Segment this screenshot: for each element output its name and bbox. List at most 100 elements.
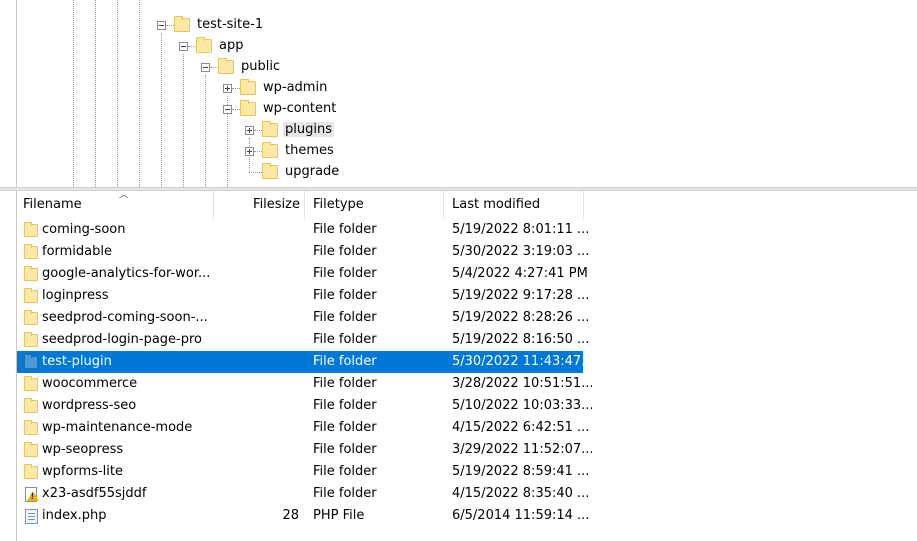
file-name: wp-seopress: [42, 442, 124, 457]
column-header-filetype[interactable]: Filetype: [313, 191, 443, 219]
collapse-icon[interactable]: [157, 21, 166, 30]
tree-node-label[interactable]: upgrade: [285, 164, 339, 179]
column-header-label: Filename: [23, 197, 82, 212]
tree-guide-line: [117, 0, 118, 187]
file-row[interactable]: index.php 28 PHP File 6/5/2014 11:59:14 ...: [17, 505, 917, 527]
file-row[interactable]: wpforms-lite File folder 5/19/2022 8:59:41…: [17, 461, 917, 483]
column-header-label: Last modified: [452, 197, 541, 212]
tree-connector: [249, 172, 262, 173]
tree-guide-line: [205, 75, 206, 187]
file-name: wpforms-lite: [42, 464, 123, 479]
file-row[interactable]: coming-soon File folder 5/19/2022 8:01:11 …: [17, 219, 917, 241]
file-name: test-plugin: [42, 354, 112, 369]
column-separator[interactable]: [443, 191, 444, 219]
file-size: [213, 417, 299, 439]
file-row[interactable]: wordpress-seo File folder 5/10/2022 10:03:…: [17, 395, 917, 417]
file-modified: 5/30/2022 11:43:47...: [452, 354, 592, 369]
column-header-filesize[interactable]: Filesize: [214, 191, 300, 219]
file-name: wordpress-seo: [42, 398, 137, 413]
folder-icon: [174, 16, 190, 32]
file-size: 28: [282, 508, 299, 523]
file-row[interactable]: formidable File folder 5/30/2022 3:19:03 .…: [17, 241, 917, 263]
file-size: [213, 483, 299, 505]
file-type: File folder: [313, 222, 377, 237]
file-modified: 5/19/2022 9:17:28 ...: [452, 288, 590, 303]
tree-node-label[interactable]: wp-admin: [263, 80, 327, 95]
expand-icon[interactable]: [245, 147, 254, 156]
expand-icon[interactable]: [223, 84, 232, 93]
file-row[interactable]: seedprod-login-page-pro File folder 5/19/2…: [17, 329, 917, 351]
file-row[interactable]: ! x23-asdf55sjddf File folder 4/15/2022 8:3…: [17, 483, 917, 505]
file-name: index.php: [42, 508, 107, 523]
file-row[interactable]: google-analytics-for-wor... File folder 5/…: [17, 263, 917, 285]
tree-node-label[interactable]: app: [219, 38, 243, 53]
column-separator[interactable]: [583, 191, 584, 219]
file-row[interactable]: wp-seopress File folder 3/29/2022 11:52:07…: [17, 439, 917, 461]
file-type: File folder: [313, 288, 377, 303]
tree-connector: [254, 151, 262, 152]
file-modified: 6/5/2014 11:59:14 ...: [452, 508, 590, 523]
file-row[interactable]: test-plugin File folder 5/30/2022 11:43:47…: [17, 351, 917, 373]
file-type: PHP File: [313, 508, 365, 523]
column-header-last-modified[interactable]: Last modified: [452, 191, 582, 219]
file-type: File folder: [313, 398, 377, 413]
file-name: seedprod-login-page-pro: [42, 332, 203, 347]
tree-guide-line: [73, 0, 74, 187]
tree-node-label[interactable]: wp-content: [263, 101, 336, 116]
file-type: File folder: [313, 244, 377, 259]
collapse-icon[interactable]: [223, 105, 232, 114]
file-name: formidable: [42, 244, 113, 259]
file-size: [213, 439, 299, 461]
expand-icon[interactable]: [245, 126, 254, 135]
file-modified: 5/19/2022 8:28:26 ...: [452, 310, 590, 325]
file-type: File folder: [313, 310, 377, 325]
file-size: [213, 373, 299, 395]
file-row[interactable]: woocommerce File folder 3/28/2022 10:51:51…: [17, 373, 917, 395]
file-size: [213, 329, 299, 351]
tree-guide-line: [161, 33, 162, 187]
file-name: wp-maintenance-mode: [42, 420, 193, 435]
file-type: File folder: [313, 332, 377, 347]
file-modified: 5/19/2022 8:59:41 ...: [452, 464, 590, 479]
tree-guide-line: [139, 0, 140, 187]
file-row[interactable]: loginpress File folder 5/19/2022 9:17:28 .…: [17, 285, 917, 307]
file-name: google-analytics-for-wor...: [42, 266, 211, 281]
remote-file-list: Filename ^ Filesize Filetype Last modifi…: [0, 191, 917, 541]
remote-directory-tree: test-site-1 app public wp-admin wp-conte…: [0, 0, 917, 187]
file-type: File folder: [313, 486, 377, 501]
tree-left-border: [16, 0, 17, 187]
tree-node-label[interactable]: plugins: [283, 122, 334, 137]
folder-icon: [218, 58, 234, 74]
file-type: File folder: [313, 354, 377, 369]
column-separator[interactable]: [304, 191, 305, 219]
file-type: File folder: [313, 376, 377, 391]
collapse-icon[interactable]: [179, 42, 188, 51]
tree-node-label[interactable]: themes: [285, 143, 334, 158]
folder-icon: [196, 37, 212, 53]
file-size: [213, 307, 299, 329]
file-name: coming-soon: [42, 222, 126, 237]
file-name: x23-asdf55sjddf: [42, 486, 147, 501]
tree-connector: [166, 25, 174, 26]
file-modified: 5/10/2022 10:03:33...: [452, 398, 592, 413]
tree-node-label[interactable]: public: [241, 59, 280, 74]
tree-connector: [188, 46, 196, 47]
collapse-icon[interactable]: [201, 63, 210, 72]
file-row[interactable]: wp-maintenance-mode File folder 4/15/2022 …: [17, 417, 917, 439]
tree-guide-line: [183, 54, 184, 187]
tree-connector: [232, 88, 240, 89]
file-size: [213, 241, 299, 263]
file-modified: 5/19/2022 8:01:11 ...: [452, 222, 590, 237]
file-modified: 4/15/2022 8:35:40 ...: [452, 486, 590, 501]
folder-icon: [240, 100, 256, 116]
column-header-filename[interactable]: Filename ^: [23, 191, 213, 219]
file-name: loginpress: [42, 288, 109, 303]
file-type: File folder: [313, 420, 377, 435]
file-modified: 3/29/2022 11:52:07...: [452, 442, 592, 457]
folder-icon: [262, 163, 278, 179]
sort-ascending-icon: ^: [116, 193, 131, 206]
tree-node-label[interactable]: test-site-1: [197, 17, 263, 32]
tree-connector: [232, 109, 240, 110]
file-row[interactable]: seedprod-coming-soon-... File folder 5/19/…: [17, 307, 917, 329]
file-size: [213, 461, 299, 483]
